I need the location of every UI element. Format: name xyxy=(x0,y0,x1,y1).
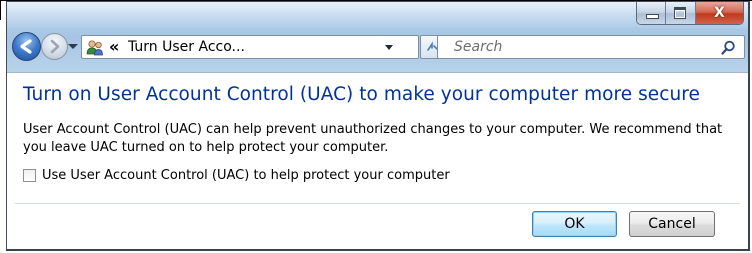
close-button[interactable]: X xyxy=(695,2,743,24)
address-dropdown-icon[interactable] xyxy=(385,45,393,50)
page-title: Turn on User Account Control (UAC) to ma… xyxy=(23,84,700,105)
search-box[interactable]: Search xyxy=(437,35,745,59)
back-arrow-icon xyxy=(20,39,32,54)
uac-description: User Account Control (UAC) can help prev… xyxy=(23,122,723,155)
left-border-line xyxy=(0,0,1,20)
window-chrome: X « Turn User Acco... Search xyxy=(7,2,748,72)
user-accounts-icon xyxy=(86,40,103,56)
minimize-button[interactable] xyxy=(637,2,667,24)
uac-checkbox[interactable] xyxy=(23,168,36,182)
back-button[interactable] xyxy=(12,32,41,61)
footer-divider xyxy=(15,203,740,204)
maximize-button[interactable] xyxy=(666,2,696,24)
forward-button[interactable] xyxy=(41,33,68,60)
caption-buttons: X xyxy=(636,2,744,25)
close-icon: X xyxy=(714,5,725,21)
maximize-icon xyxy=(674,7,687,19)
uac-checkbox-row[interactable]: Use User Account Control (UAC) to help p… xyxy=(23,166,450,184)
breadcrumb-overflow-chevron[interactable]: « xyxy=(109,36,119,58)
breadcrumb-path[interactable]: Turn User Acco... xyxy=(128,36,245,58)
minimize-icon xyxy=(646,14,659,19)
ok-button[interactable]: OK xyxy=(532,211,617,237)
uac-checkbox-label[interactable]: Use User Account Control (UAC) to help p… xyxy=(42,168,450,183)
content-divider xyxy=(7,72,748,73)
search-icon[interactable] xyxy=(720,40,736,56)
forward-arrow-icon xyxy=(50,39,60,54)
cancel-button[interactable]: Cancel xyxy=(629,211,715,237)
recent-pages-dropdown-icon[interactable] xyxy=(68,44,78,49)
address-bar[interactable]: « Turn User Acco... xyxy=(81,35,419,59)
search-placeholder: Search xyxy=(454,39,503,55)
uac-settings-window: X « Turn User Acco... Search Turn on Use… xyxy=(6,1,750,251)
